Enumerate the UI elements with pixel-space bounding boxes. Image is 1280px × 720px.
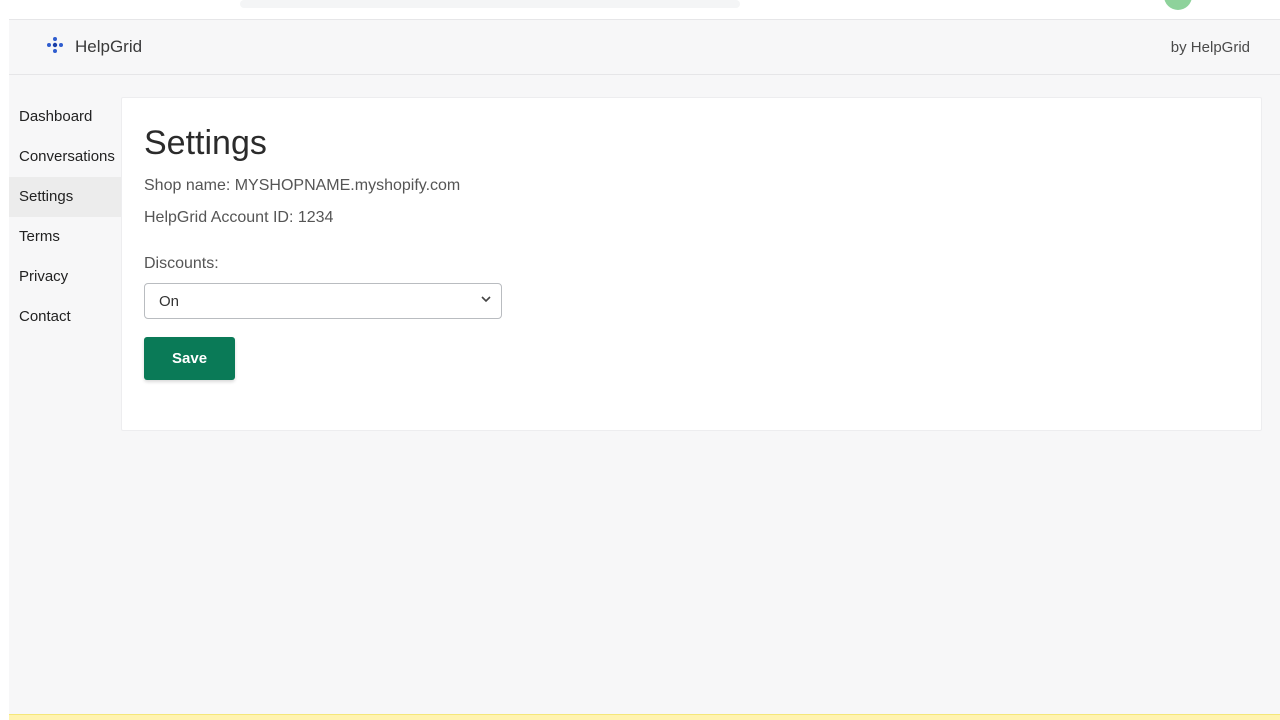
brand-name: HelpGrid (75, 37, 142, 57)
byline: by HelpGrid (1171, 39, 1250, 56)
discounts-select[interactable]: On (144, 283, 502, 319)
bottom-bar (9, 714, 1280, 720)
sidebar-item-conversations[interactable]: Conversations (9, 137, 121, 177)
settings-card: Settings Shop name: MYSHOPNAME.myshopify… (121, 97, 1262, 431)
save-button[interactable]: Save (144, 337, 235, 380)
sidebar-item-terms[interactable]: Terms (9, 217, 121, 257)
discounts-label: Discounts: (144, 255, 1239, 273)
search-input[interactable] (240, 0, 740, 8)
sidebar-item-dashboard[interactable]: Dashboard (9, 97, 121, 137)
sidebar: Dashboard Conversations Settings Terms P… (9, 75, 121, 714)
sidebar-item-contact[interactable]: Contact (9, 297, 121, 337)
app-bar: HelpGrid by HelpGrid (9, 19, 1280, 75)
account-id-line: HelpGrid Account ID: 1234 (144, 209, 1239, 227)
brand-icon (45, 35, 65, 60)
shop-name-line: Shop name: MYSHOPNAME.myshopify.com (144, 177, 1239, 195)
brand[interactable]: HelpGrid (45, 35, 142, 60)
top-strip (0, 0, 1280, 19)
page-title: Settings (144, 124, 1239, 163)
sidebar-item-settings[interactable]: Settings (9, 177, 121, 217)
avatar[interactable] (1164, 0, 1192, 10)
sidebar-item-privacy[interactable]: Privacy (9, 257, 121, 297)
